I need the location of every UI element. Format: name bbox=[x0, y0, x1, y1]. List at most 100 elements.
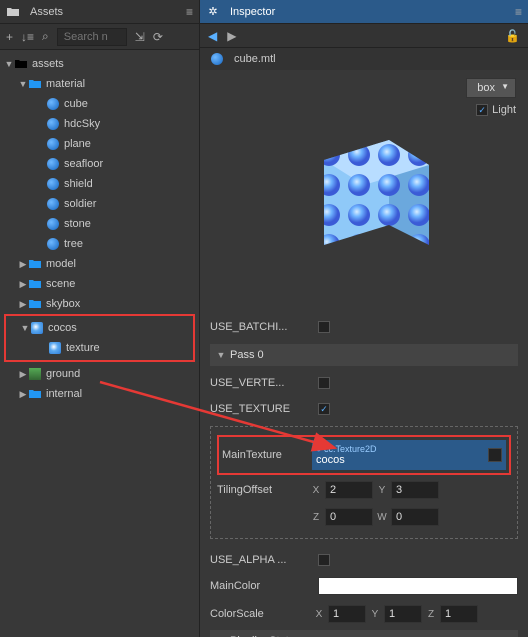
use-texture-checkbox[interactable]: ✓ bbox=[318, 403, 330, 415]
sphere-icon bbox=[46, 157, 60, 171]
colorscale-x-input[interactable] bbox=[328, 605, 366, 623]
panel-menu-icon[interactable]: ≡ bbox=[186, 5, 193, 19]
tiling-z-input[interactable] bbox=[325, 508, 373, 526]
tree-item[interactable]: tree bbox=[0, 234, 199, 254]
sphere-icon bbox=[46, 137, 60, 151]
nav-back-icon[interactable]: ◀ bbox=[208, 29, 217, 43]
use-vertex-checkbox[interactable] bbox=[318, 377, 330, 389]
tree-label: plane bbox=[64, 138, 91, 150]
tree-item[interactable]: seafloor bbox=[0, 154, 199, 174]
tree-folder-ground[interactable]: ▶ground bbox=[0, 364, 199, 384]
tree-label: seafloor bbox=[64, 158, 103, 170]
use-batching-label: USE_BATCHI... bbox=[210, 321, 310, 333]
tiling-x-input[interactable] bbox=[325, 481, 373, 499]
pick-texture-icon[interactable] bbox=[488, 448, 502, 462]
tree-folder-internal[interactable]: ▶internal bbox=[0, 384, 199, 404]
tree-label: cube bbox=[64, 98, 88, 110]
panel-menu-icon[interactable]: ≡ bbox=[515, 5, 522, 19]
sphere-icon bbox=[46, 177, 60, 191]
z-label: Z bbox=[311, 512, 321, 523]
folder-icon bbox=[28, 297, 42, 311]
y-label: Y bbox=[370, 609, 380, 620]
x-label: X bbox=[311, 485, 321, 496]
pipeline-header[interactable]: ▶PipelineStates bbox=[210, 630, 518, 637]
inspector-panel: ✲ Inspector ≡ ◀ ▶ 🔓 cube.mtl box ✓ Light bbox=[200, 0, 528, 637]
sphere-icon bbox=[46, 117, 60, 131]
maincolor-swatch[interactable] bbox=[318, 577, 518, 595]
crumb-label: cube.mtl bbox=[234, 53, 276, 65]
tree-folder-skybox[interactable]: ▶skybox bbox=[0, 294, 199, 314]
refresh-icon[interactable]: ⟳ bbox=[153, 30, 163, 44]
tree-root[interactable]: ▼assets bbox=[0, 54, 199, 74]
ground-icon bbox=[28, 367, 42, 381]
z-label: Z bbox=[426, 609, 436, 620]
assets-title: Assets bbox=[30, 6, 63, 18]
use-texture-label: USE_TEXTURE bbox=[210, 403, 310, 415]
assets-header: Assets ≡ bbox=[0, 0, 199, 24]
light-checkbox[interactable]: ✓ bbox=[476, 104, 488, 116]
tree-item-texture[interactable]: texture bbox=[6, 338, 193, 358]
tree-label: ground bbox=[46, 368, 80, 380]
use-alpha-checkbox[interactable] bbox=[318, 554, 330, 566]
tree-label: material bbox=[46, 78, 85, 90]
colorscale-z-input[interactable] bbox=[440, 605, 478, 623]
tree-item[interactable]: cube bbox=[0, 94, 199, 114]
sphere-icon bbox=[46, 217, 60, 231]
texture-name: cocos bbox=[316, 454, 502, 466]
sort-icon[interactable]: ↓≡ bbox=[21, 30, 34, 44]
add-icon[interactable]: + bbox=[6, 30, 13, 44]
use-batching-checkbox[interactable] bbox=[318, 321, 330, 333]
search-icon[interactable]: ⌕ bbox=[42, 29, 49, 44]
search-input[interactable] bbox=[57, 28, 127, 46]
maincolor-label: MainColor bbox=[210, 580, 310, 592]
tree-folder-material[interactable]: ▼material bbox=[0, 74, 199, 94]
w-label: W bbox=[377, 512, 387, 523]
tree-folder-cocos[interactable]: ▼cocos bbox=[6, 318, 193, 338]
colorscale-y-input[interactable] bbox=[384, 605, 422, 623]
maintexture-label: MainTexture bbox=[222, 440, 312, 470]
folder-icon bbox=[28, 77, 42, 91]
tree-item[interactable]: plane bbox=[0, 134, 199, 154]
tree-label: assets bbox=[32, 58, 64, 70]
use-vertex-label: USE_VERTE... bbox=[210, 377, 310, 389]
sphere-icon bbox=[46, 237, 60, 251]
nav-forward-icon[interactable]: ▶ bbox=[227, 29, 236, 43]
tree-label: shield bbox=[64, 178, 93, 190]
tree-label: hdcSky bbox=[64, 118, 100, 130]
tree-folder-model[interactable]: ▶model bbox=[0, 254, 199, 274]
assets-toolbar: + ↓≡ ⌕ ⇲ ⟳ bbox=[0, 24, 199, 50]
tree-label: soldier bbox=[64, 198, 96, 210]
folder-icon bbox=[28, 387, 42, 401]
maintexture-field[interactable]: ● cc.Texture2D cocos bbox=[312, 440, 506, 470]
texture-group: MainTexture ● cc.Texture2D cocos TilingO… bbox=[210, 426, 518, 539]
colorscale-label: ColorScale bbox=[210, 608, 310, 620]
tilingoffset-label: TilingOffset bbox=[217, 484, 307, 496]
inspector-nav: ◀ ▶ 🔓 bbox=[200, 24, 528, 48]
tree-label: texture bbox=[66, 342, 100, 354]
tree-label: model bbox=[46, 258, 76, 270]
sphere-icon bbox=[46, 97, 60, 111]
use-alpha-label: USE_ALPHA ... bbox=[210, 554, 310, 566]
material-preview[interactable]: box ✓ Light bbox=[200, 70, 528, 310]
tiling-y-input[interactable] bbox=[391, 481, 439, 499]
tiling-w-input[interactable] bbox=[391, 508, 439, 526]
tree-item[interactable]: shield bbox=[0, 174, 199, 194]
assets-panel: Assets ≡ + ↓≡ ⌕ ⇲ ⟳ ▼assets ▼material cu… bbox=[0, 0, 200, 637]
lock-icon[interactable]: 🔓 bbox=[505, 29, 520, 43]
pass0-header[interactable]: ▼Pass 0 bbox=[210, 344, 518, 366]
breadcrumb: cube.mtl bbox=[200, 48, 528, 70]
tree-label: scene bbox=[46, 278, 75, 290]
tree-item[interactable]: hdcSky bbox=[0, 114, 199, 134]
sphere-icon bbox=[210, 52, 224, 66]
texture-type-label: cc.Texture2D bbox=[324, 444, 377, 454]
cube-preview-icon bbox=[284, 110, 444, 270]
tree-item[interactable]: stone bbox=[0, 214, 199, 234]
collapse-icon[interactable]: ⇲ bbox=[135, 30, 145, 44]
maintexture-highlight: MainTexture ● cc.Texture2D cocos bbox=[217, 435, 511, 475]
assets-tree: ▼assets ▼material cube hdcSky plane seaf… bbox=[0, 50, 199, 637]
tree-folder-scene[interactable]: ▶scene bbox=[0, 274, 199, 294]
shape-select[interactable]: box bbox=[466, 78, 516, 98]
cocos-icon bbox=[30, 321, 44, 335]
cocos-icon bbox=[48, 341, 62, 355]
tree-item[interactable]: soldier bbox=[0, 194, 199, 214]
